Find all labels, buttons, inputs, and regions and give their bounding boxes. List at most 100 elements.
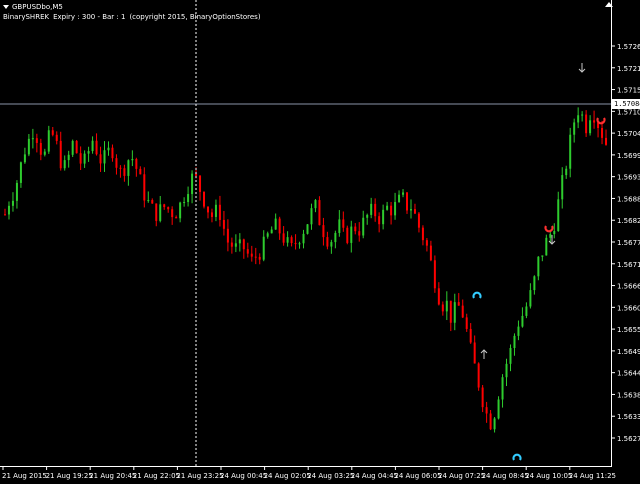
candle-body xyxy=(473,342,476,364)
candle-body xyxy=(27,138,30,155)
time-tick-label: 21 Aug 2015 xyxy=(2,472,47,480)
candle-body xyxy=(258,256,261,260)
candle-body xyxy=(242,239,245,250)
candle-body xyxy=(278,218,281,234)
price-chart[interactable]: 1.57265 1.57210 1.57155 1.57100 1.57045 1.569… xyxy=(0,0,640,480)
candle-body xyxy=(155,203,158,221)
candle-body xyxy=(191,173,194,195)
time-tick-label: 24 Aug 02:05 xyxy=(264,472,311,480)
candle-body xyxy=(294,243,297,245)
candle-body xyxy=(493,418,496,430)
candle-body xyxy=(91,140,94,152)
candle-body xyxy=(330,242,333,247)
candle-body xyxy=(406,192,409,211)
candle-body xyxy=(409,209,412,211)
candle-body xyxy=(429,245,432,261)
price-tick-label: 1.56990 xyxy=(617,152,640,160)
candle-body xyxy=(314,200,317,209)
candle-body xyxy=(175,217,178,219)
candle-body xyxy=(390,205,393,216)
chart-shift-icon[interactable] xyxy=(605,2,613,7)
candle-body xyxy=(63,160,66,169)
candle-body xyxy=(505,363,508,378)
candle-body xyxy=(421,227,424,241)
candle-body xyxy=(449,300,452,323)
time-axis-ticks: 21 Aug 201521 Aug 19:2521 Aug 20:4521 Au… xyxy=(2,466,616,480)
candle-body xyxy=(441,304,444,312)
candle-body xyxy=(71,140,74,155)
candle-body xyxy=(35,138,38,143)
price-tick-label: 1.56880 xyxy=(617,195,640,203)
price-tick-label: 1.56605 xyxy=(617,304,640,312)
candle-body xyxy=(577,115,580,123)
price-tick-label: 1.56550 xyxy=(617,326,640,334)
candle-body xyxy=(135,158,138,169)
candle-body xyxy=(59,140,62,169)
candle-body xyxy=(230,242,233,247)
symbol-title: GBPUSDbo,M5 xyxy=(12,3,63,11)
candle-body xyxy=(509,347,512,364)
candle-body xyxy=(593,120,596,123)
candle-body xyxy=(43,151,46,155)
candle-body xyxy=(234,243,237,247)
price-tick-label: 1.56495 xyxy=(617,348,640,356)
price-tick-label: 1.56440 xyxy=(617,370,640,378)
candle-body xyxy=(437,288,440,305)
price-tick-label: 1.56275 xyxy=(617,435,640,443)
candle-body xyxy=(477,363,480,388)
candle-body xyxy=(557,199,560,232)
candle-body xyxy=(318,200,321,226)
time-tick-label: 24 Aug 04:45 xyxy=(351,472,398,480)
candle-body xyxy=(206,206,209,213)
candle-body xyxy=(246,249,249,254)
candle-body xyxy=(326,237,329,247)
current-price-label: 1.57084 xyxy=(612,99,640,109)
candle-body xyxy=(163,204,166,208)
candle-body xyxy=(366,214,369,218)
price-tick-label: 1.57210 xyxy=(617,65,640,73)
candles-group xyxy=(4,107,608,433)
time-tick-label: 24 Aug 11:25 xyxy=(569,472,616,480)
candle-body xyxy=(210,212,213,217)
candle-body xyxy=(374,203,377,217)
call-signal-icon xyxy=(512,453,522,461)
candle-body xyxy=(167,207,170,210)
candle-body xyxy=(222,219,225,229)
candle-body xyxy=(75,140,78,154)
candle-body xyxy=(266,233,269,237)
candle-body xyxy=(413,209,416,214)
candle-body xyxy=(537,256,540,277)
price-tick-label: 1.56660 xyxy=(617,283,640,291)
candle-body xyxy=(67,154,70,161)
candle-body xyxy=(545,237,548,256)
candle-body xyxy=(298,243,301,245)
candle-body xyxy=(262,236,265,260)
time-tick-label: 24 Aug 10:05 xyxy=(525,472,572,480)
candle-body xyxy=(489,413,492,430)
candle-body xyxy=(398,194,401,203)
price-tick-label: 1.57045 xyxy=(617,130,640,138)
candle-body xyxy=(601,127,604,138)
time-tick-label: 24 Aug 07:25 xyxy=(438,472,485,480)
candle-body xyxy=(521,315,524,327)
candle-body xyxy=(461,305,464,318)
candle-body xyxy=(541,255,544,257)
time-tick-label: 21 Aug 19:25 xyxy=(46,472,93,480)
put-signal-icon xyxy=(596,117,606,125)
candle-body xyxy=(131,158,134,161)
candle-body xyxy=(453,302,456,323)
dropdown-triangle-icon[interactable] xyxy=(3,5,9,9)
candle-body xyxy=(589,120,592,134)
candle-body xyxy=(254,256,257,258)
candle-body xyxy=(370,203,373,215)
candle-body xyxy=(4,214,6,216)
chart-area[interactable]: 1.57265 1.57210 1.57155 1.57100 1.57045 1.569… xyxy=(0,0,640,480)
price-tick-label: 1.57155 xyxy=(617,87,640,95)
candle-body xyxy=(525,306,528,316)
candle-body xyxy=(517,326,520,336)
candle-body xyxy=(581,114,584,116)
candle-body xyxy=(151,200,154,204)
candle-body xyxy=(250,253,253,257)
candle-body xyxy=(569,134,572,169)
candle-body xyxy=(274,218,277,230)
